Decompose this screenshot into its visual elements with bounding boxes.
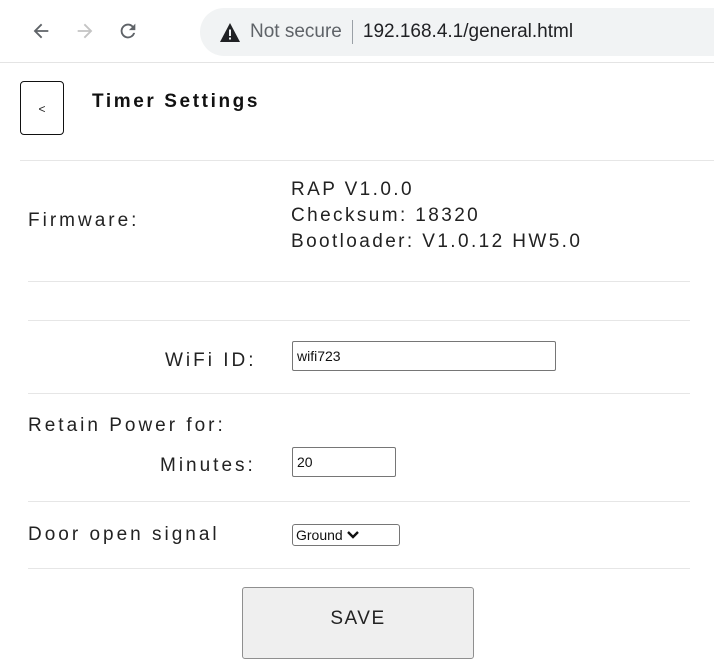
wifi-id-label: WiFi ID:: [165, 350, 257, 371]
back-button[interactable]: <: [20, 81, 64, 135]
firmware-divider: [28, 281, 690, 282]
page-title: Timer Settings: [92, 91, 261, 112]
address-separator: [351, 20, 353, 44]
firmware-checksum: Checksum: 18320: [291, 205, 481, 226]
firmware-label: Firmware:: [28, 210, 140, 231]
not-secure-label[interactable]: Not secure: [250, 21, 342, 43]
warning-triangle-icon[interactable]: [220, 22, 240, 42]
browser-toolbar: Not secure 192.168.4.1/general.html: [0, 0, 714, 62]
address-bar[interactable]: Not secure 192.168.4.1/general.html: [200, 8, 714, 56]
door-open-signal-label: Door open signal: [28, 524, 220, 545]
section-divider: [28, 320, 690, 321]
retain-divider: [28, 501, 690, 502]
reload-icon[interactable]: [113, 16, 143, 46]
save-button[interactable]: SAVE: [242, 587, 474, 659]
wifi-id-input[interactable]: [292, 341, 556, 371]
header-divider: [20, 160, 714, 161]
firmware-version: RAP V1.0.0: [291, 179, 414, 200]
minutes-label: Minutes:: [160, 455, 256, 476]
door-signal-select[interactable]: Ground: [292, 524, 400, 546]
wifi-divider: [28, 393, 690, 394]
forward-arrow-icon[interactable]: [70, 16, 100, 46]
door-signal-selected: Ground: [296, 527, 343, 543]
minutes-input[interactable]: [292, 447, 396, 477]
retain-power-label: Retain Power for:: [28, 415, 226, 436]
back-arrow-icon[interactable]: [26, 16, 56, 46]
url-text[interactable]: 192.168.4.1/general.html: [363, 21, 573, 43]
door-divider: [28, 568, 690, 569]
firmware-info: RAP V1.0.0 Checksum: 18320 Bootloader: V…: [291, 177, 582, 255]
firmware-bootloader: Bootloader: V1.0.12 HW5.0: [291, 231, 583, 252]
settings-page: < Timer Settings Firmware: RAP V1.0.0 Ch…: [0, 63, 714, 659]
chevron-down-icon: [346, 530, 359, 540]
